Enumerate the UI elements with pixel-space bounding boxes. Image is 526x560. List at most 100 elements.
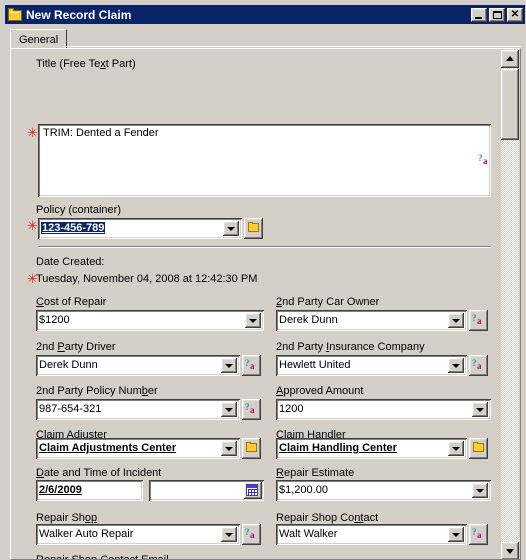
claim-handler-combobox[interactable]: Claim Handling Center <box>276 438 467 459</box>
approved-amount-value[interactable]: 1200 <box>276 399 473 420</box>
approved-amount-label: Approved Amount <box>276 385 363 398</box>
repair-shop-contact-combobox[interactable]: Walt Walker <box>276 524 467 545</box>
claim-handler-value[interactable]: Claim Handling Center <box>276 438 449 459</box>
claim-handler-folder-button[interactable] <box>469 438 488 459</box>
cost-of-repair-combobox[interactable]: $1200 <box>36 310 264 331</box>
second-party-policy-number-value[interactable]: 987-654-321 <box>36 399 222 420</box>
claim-form: Title (Free Text Part) ✳ TRIM: Dented a … <box>11 49 503 560</box>
policy-combobox[interactable]: 123-456-789 <box>38 218 242 239</box>
second-party-policy-number-combobox[interactable]: 987-654-321 <box>36 399 240 420</box>
date-created-value: Tuesday, November 04, 2008 at 12:42:30 P… <box>36 273 258 285</box>
second-party-car-owner-value[interactable]: Derek Dunn <box>276 310 449 331</box>
repair-estimate-label: Repair Estimate <box>276 467 354 480</box>
repair-shop-value[interactable]: Walker Auto Repair <box>36 524 222 545</box>
second-party-insurance-company-value[interactable]: Hewlett United <box>276 355 449 376</box>
date-created-label: Date Created: <box>36 256 105 268</box>
label-post: epair Estimate <box>283 467 355 479</box>
policy-dropdown-button[interactable] <box>223 221 239 236</box>
label-pre: Repair Shop Contact E <box>36 554 149 560</box>
spellcheck-icon[interactable]: ? a <box>478 154 491 166</box>
general-tab-panel: Title (Free Text Part) ✳ TRIM: Dented a … <box>10 48 521 560</box>
claim-adjuster-folder-button[interactable] <box>242 438 261 459</box>
scrollbar-thumb[interactable] <box>501 69 519 140</box>
repair-estimate-combobox[interactable]: $1,200.00 <box>276 480 491 501</box>
window-title: New Record Claim <box>26 7 132 22</box>
second-party-driver-combobox[interactable]: Derek Dunn <box>36 355 240 376</box>
new-record-claim-window: New Record Claim ✕ General Title (Free T… <box>0 0 526 560</box>
close-button[interactable]: ✕ <box>507 7 523 22</box>
label-accesskey: D <box>36 467 44 479</box>
window-controls: ✕ <box>471 7 524 22</box>
repair-shop-contact-dropdown-button[interactable] <box>448 527 464 542</box>
claim-adjuster-value[interactable]: Claim Adjustments Center <box>36 438 222 459</box>
label-post: nd Party Car Owner <box>282 296 380 308</box>
label-post: nsurance Company <box>329 341 425 353</box>
incident-calendar-button[interactable] <box>244 482 262 499</box>
second-party-insurance-company-spellcheck-button[interactable]: ? a <box>469 355 488 376</box>
tab-general[interactable]: General <box>10 29 68 49</box>
claim-adjuster-dropdown-button[interactable] <box>221 441 237 456</box>
vertical-scrollbar[interactable] <box>501 50 519 559</box>
maximize-button[interactable] <box>489 7 505 22</box>
repair-estimate-dropdown-button[interactable] <box>472 483 488 498</box>
approved-amount-combobox[interactable]: 1200 <box>276 399 491 420</box>
folder-icon <box>473 442 484 452</box>
repair-shop-spellcheck-button[interactable]: ? a <box>242 524 261 545</box>
folder-icon <box>246 442 257 452</box>
minimize-button[interactable] <box>471 7 487 22</box>
second-party-car-owner-spellcheck-button[interactable]: ? a <box>469 310 488 331</box>
label-post: act <box>363 512 379 524</box>
second-party-driver-spellcheck-button[interactable]: ? a <box>242 355 261 376</box>
second-party-insurance-company-combobox[interactable]: Hewlett United <box>276 355 467 376</box>
claim-handler-dropdown-button[interactable] <box>448 441 464 456</box>
scroll-down-button[interactable] <box>501 542 519 559</box>
repair-shop-dropdown-button[interactable] <box>221 527 237 542</box>
incident-date-input[interactable]: 2/6/2009 <box>36 480 143 501</box>
incident-date-value[interactable]: 2/6/2009 <box>36 480 141 501</box>
spellcheck-icon: ? a <box>472 527 482 540</box>
cost-of-repair-value[interactable]: $1200 <box>36 310 246 331</box>
scroll-up-button[interactable] <box>501 50 519 68</box>
spellcheck-icon: ? a <box>472 358 482 371</box>
approved-amount-dropdown-button[interactable] <box>472 402 488 417</box>
title-label-pre: Title (Free Te <box>36 58 101 70</box>
second-party-driver-dropdown-button[interactable] <box>221 358 237 373</box>
label-accesskey: C <box>36 296 44 308</box>
claim-adjuster-combobox[interactable]: Claim Adjustments Center <box>36 438 240 459</box>
minimize-icon <box>475 16 482 19</box>
title-bar: New Record Claim ✕ <box>5 5 525 24</box>
repair-shop-contact-spellcheck-button[interactable]: ? a <box>469 524 488 545</box>
second-party-driver-value[interactable]: Derek Dunn <box>36 355 222 376</box>
label-accesskey: ma <box>148 554 164 560</box>
repair-estimate-value[interactable]: $1,200.00 <box>276 480 473 501</box>
title-textarea[interactable]: TRIM: Dented a Fender ? a <box>38 124 491 197</box>
spellcheck-icon: ? a <box>245 358 255 371</box>
second-party-policy-number-spellcheck-button[interactable]: ? a <box>242 399 261 420</box>
label-post: ost of Repair <box>43 296 107 308</box>
policy-value-wrap[interactable]: 123-456-789 <box>38 218 224 239</box>
calendar-icon <box>246 484 258 496</box>
label-pre: 2nd <box>36 341 58 353</box>
second-party-car-owner-label: 2nd Party Car Owner <box>276 296 379 309</box>
second-party-driver-label: 2nd Party Driver <box>36 341 116 354</box>
label-pre: 2nd Party <box>276 341 327 353</box>
second-party-car-owner-dropdown-button[interactable] <box>448 313 464 328</box>
second-party-car-owner-combobox[interactable]: Derek Dunn <box>276 310 467 331</box>
label-accesskey: P <box>57 341 65 353</box>
second-party-insurance-company-dropdown-button[interactable] <box>448 358 464 373</box>
title-label-post: t Part) <box>105 58 136 70</box>
cost-of-repair-dropdown-button[interactable] <box>245 313 261 328</box>
folder-icon <box>248 222 259 232</box>
repair-shop-contact-value[interactable]: Walt Walker <box>276 524 449 545</box>
label-pre: Repair Sh <box>36 512 85 524</box>
repair-shop-combobox[interactable]: Walker Auto Repair <box>36 524 240 545</box>
second-party-policy-number-dropdown-button[interactable] <box>221 402 237 417</box>
maximize-icon <box>493 10 502 19</box>
label-pre: Repair Shop Co <box>276 512 355 524</box>
second-party-insurance-company-label: 2nd Party Insurance Company <box>276 341 425 354</box>
incident-time-input[interactable] <box>149 480 264 501</box>
incident-time-value[interactable] <box>149 480 244 501</box>
policy-folder-button[interactable] <box>244 218 263 239</box>
label-post: arty Driver <box>64 341 116 353</box>
spellcheck-icon: ? a <box>245 402 255 415</box>
